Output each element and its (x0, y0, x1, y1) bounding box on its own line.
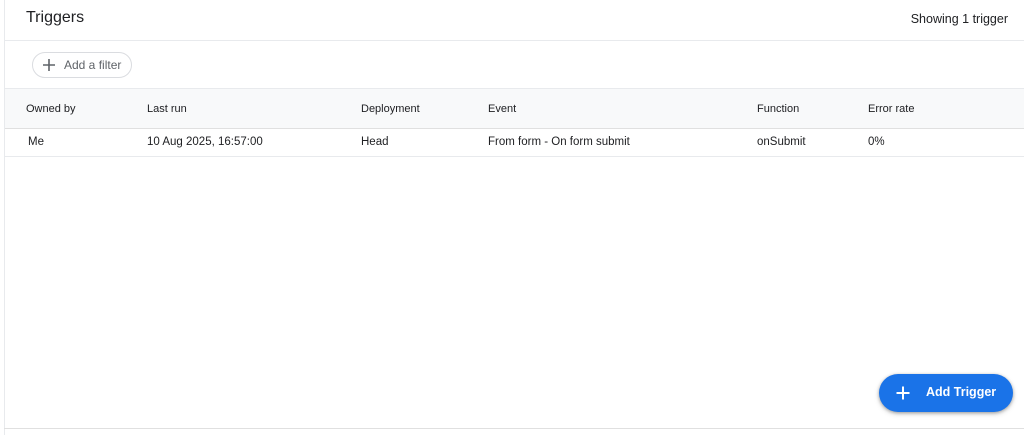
triggers-table: Owned by Last run Deployment Event Funct… (5, 88, 1024, 157)
column-header-deployment[interactable]: Deployment (361, 89, 420, 129)
plus-icon (896, 386, 910, 400)
cell-owned-by: Me (28, 136, 44, 148)
add-trigger-label: Add Trigger (926, 385, 997, 399)
cell-function: onSubmit (757, 136, 806, 148)
page-title: Triggers (26, 9, 85, 26)
table-header: Owned by Last run Deployment Event Funct… (5, 88, 1024, 129)
plus-icon (43, 59, 55, 71)
add-filter-button[interactable]: Add a filter (32, 52, 132, 78)
cell-event: From form - On form submit (488, 136, 630, 148)
table-row[interactable]: Me 10 Aug 2025, 16:57:00 Head From form … (5, 129, 1024, 157)
column-header-owned-by[interactable]: Owned by (26, 89, 76, 129)
column-header-last-run[interactable]: Last run (147, 89, 187, 129)
add-filter-label: Add a filter (64, 58, 122, 72)
add-trigger-button[interactable]: Add Trigger (879, 374, 1013, 412)
column-header-error-rate[interactable]: Error rate (868, 89, 914, 129)
page-header: Triggers Showing 1 trigger (5, 0, 1024, 41)
cell-deployment: Head (361, 136, 389, 148)
cell-last-run: 10 Aug 2025, 16:57:00 (147, 136, 263, 148)
filter-bar: Add a filter (5, 41, 1024, 88)
column-header-event[interactable]: Event (488, 89, 516, 129)
panel-bottom-divider (4, 428, 1024, 429)
results-count: Showing 1 trigger (910, 12, 1008, 26)
column-header-function[interactable]: Function (757, 89, 799, 129)
triggers-panel: Triggers Showing 1 trigger Add a filter … (4, 0, 1024, 435)
cell-error-rate: 0% (868, 136, 885, 148)
